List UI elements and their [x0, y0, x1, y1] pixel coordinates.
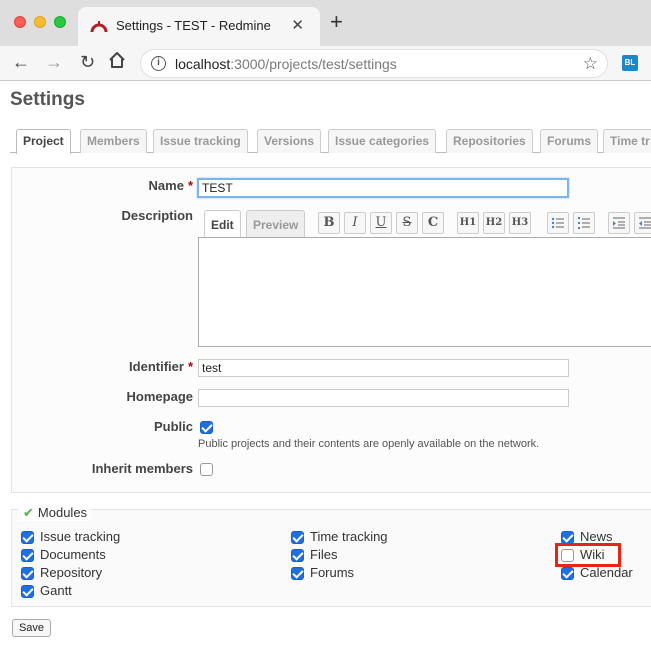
tab-issue-tracking[interactable]: Issue tracking: [153, 129, 248, 153]
module-forums-label[interactable]: Forums: [310, 565, 354, 580]
required-mark: *: [187, 178, 193, 193]
project-settings-tabs: Project Members Issue tracking Versions …: [10, 129, 651, 154]
outdent-icon[interactable]: [634, 212, 651, 234]
module-gantt-checkbox[interactable]: [21, 585, 34, 598]
forward-arrow-icon[interactable]: →: [45, 51, 63, 73]
browser-tab-title: Settings - TEST - Redmine: [116, 18, 271, 33]
required-mark: *: [187, 359, 193, 374]
module-files-label[interactable]: Files: [310, 547, 337, 562]
back-arrow-icon[interactable]: ←: [12, 51, 30, 73]
module-documents-checkbox[interactable]: [21, 549, 34, 562]
page-title: Settings: [10, 89, 85, 110]
module-issue-tracking-label[interactable]: Issue tracking: [40, 529, 120, 544]
module-calendar-checkbox[interactable]: [561, 567, 574, 580]
url-host: localhost: [175, 56, 231, 72]
name-label: Name *: [149, 178, 193, 193]
modules-legend-text: Modules: [37, 505, 88, 520]
ordered-list-icon[interactable]: [573, 212, 595, 234]
tab-project[interactable]: Project: [16, 129, 71, 154]
browser-tab[interactable]: Settings - TEST - Redmine ✕: [78, 7, 320, 46]
home-icon[interactable]: [108, 50, 126, 70]
identifier-label-text: Identifier: [129, 359, 184, 374]
tab-issue-categories[interactable]: Issue categories: [328, 129, 437, 153]
module-files-checkbox[interactable]: [291, 549, 304, 562]
window-minimize-button[interactable]: [34, 16, 46, 28]
module-time-tracking-checkbox[interactable]: [291, 531, 304, 544]
module-forums-checkbox[interactable]: [291, 567, 304, 580]
save-button[interactable]: Save: [12, 619, 51, 637]
unordered-list-icon[interactable]: [547, 212, 569, 234]
address-bar[interactable]: i localhost:3000/projects/test/settings …: [140, 49, 608, 78]
browser-tab-strip: Settings - TEST - Redmine ✕ +: [0, 0, 651, 46]
homepage-input[interactable]: [198, 389, 569, 407]
url-text[interactable]: localhost:3000/projects/test/settings: [175, 56, 397, 72]
strikethrough-button[interactable]: S: [396, 212, 418, 234]
name-label-text: Name: [148, 178, 184, 193]
tab-time-tracking[interactable]: Time tr: [603, 129, 651, 153]
window-zoom-button[interactable]: [54, 16, 66, 28]
tab-versions[interactable]: Versions: [257, 129, 322, 153]
public-label: Public: [153, 419, 193, 434]
info-icon[interactable]: i: [151, 56, 166, 71]
redmine-favicon-icon: [90, 21, 108, 33]
bookmark-star-icon[interactable]: ☆: [583, 54, 598, 74]
browser-toolbar: ← → ↻ i localhost:3000/projects/test/set…: [0, 46, 651, 81]
bold-button[interactable]: B: [318, 212, 340, 234]
extension-icon[interactable]: BL: [622, 55, 638, 71]
tab-repositories[interactable]: Repositories: [446, 129, 533, 153]
tab-forums[interactable]: Forums: [540, 129, 599, 153]
public-checkbox[interactable]: [200, 421, 213, 434]
reload-icon[interactable]: ↻: [80, 51, 95, 73]
underline-button[interactable]: U: [370, 212, 392, 234]
module-calendar-label[interactable]: Calendar: [580, 565, 633, 580]
description-label: Description: [121, 208, 193, 223]
heading-1-button[interactable]: H1: [457, 212, 479, 234]
module-gantt-label[interactable]: Gantt: [40, 583, 72, 598]
italic-button[interactable]: I: [344, 212, 366, 234]
close-tab-icon[interactable]: ✕: [291, 16, 304, 34]
inherit-members-checkbox[interactable]: [200, 463, 213, 476]
module-documents-label[interactable]: Documents: [40, 547, 106, 562]
module-repository-checkbox[interactable]: [21, 567, 34, 580]
inline-code-button[interactable]: C: [422, 212, 444, 234]
public-hint: Public projects and their contents are o…: [198, 438, 540, 450]
module-issue-tracking-checkbox[interactable]: [21, 531, 34, 544]
module-time-tracking-label[interactable]: Time tracking: [310, 529, 388, 544]
heading-3-button[interactable]: H3: [509, 212, 531, 234]
module-repository-label[interactable]: Repository: [40, 565, 102, 580]
checkmark-icon: ✔: [23, 505, 34, 520]
module-news-label[interactable]: News: [580, 529, 613, 544]
editor-tab-preview[interactable]: Preview: [246, 210, 306, 238]
url-path: :3000/projects/test/settings: [230, 56, 397, 72]
editor-tab-edit[interactable]: Edit: [204, 210, 241, 239]
wiki-highlight-box: [555, 543, 621, 567]
new-tab-button[interactable]: +: [330, 11, 343, 33]
description-textarea[interactable]: [198, 237, 651, 347]
tab-members[interactable]: Members: [80, 129, 147, 153]
inherit-members-label: Inherit members: [91, 461, 193, 476]
window-close-button[interactable]: [14, 16, 26, 28]
heading-2-button[interactable]: H2: [483, 212, 505, 234]
name-input[interactable]: TEST: [197, 178, 569, 198]
modules-legend[interactable]: ✔ Modules: [19, 505, 92, 521]
identifier-input[interactable]: test: [198, 359, 569, 377]
homepage-label: Homepage: [126, 389, 193, 404]
indent-icon[interactable]: [608, 212, 630, 234]
identifier-label: Identifier *: [129, 359, 193, 374]
